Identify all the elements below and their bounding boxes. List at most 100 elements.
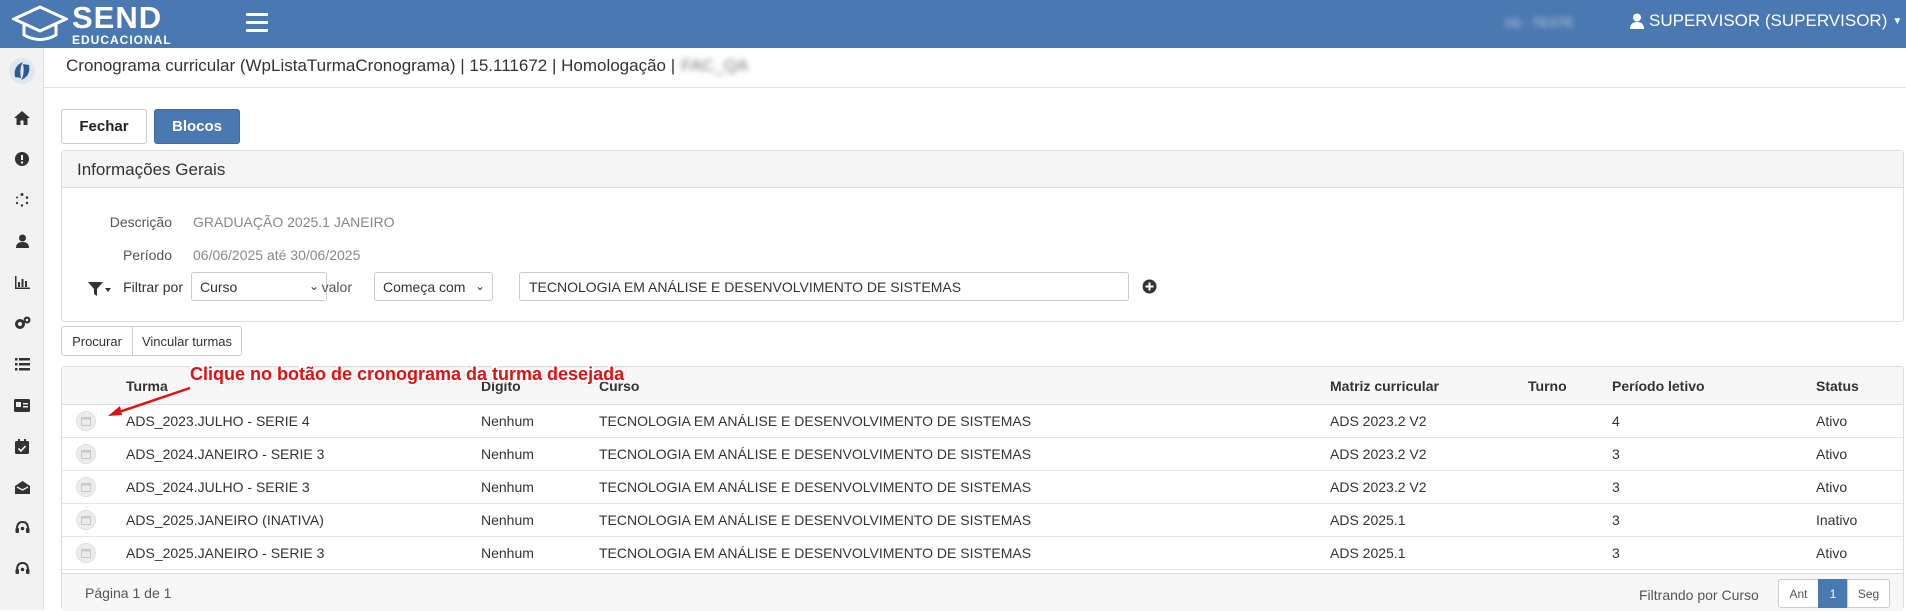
cell-curso: TECNOLOGIA EM ANÁLISE E DESENVOLVIMENTO … (599, 545, 1032, 561)
app-logo[interactable]: SEND EDUCACIONAL (12, 2, 172, 46)
cell-curso: TECNOLOGIA EM ANÁLISE E DESENVOLVIMENTO … (599, 479, 1032, 495)
cell-digito: Nenhum (481, 413, 534, 429)
cell-periodo: 3 (1612, 545, 1620, 561)
schedule-button[interactable] (76, 543, 96, 563)
column-header-periodo[interactable]: Período letivo (1612, 378, 1705, 394)
schedule-button[interactable] (76, 510, 96, 530)
page-1-button[interactable]: 1 (1818, 579, 1848, 608)
cell-matriz: ADS 2025.1 (1330, 545, 1406, 561)
link-classes-button[interactable]: Vincular turmas (132, 326, 242, 356)
page-title: Cronograma curricular (WpListaTurmaCrono… (66, 56, 748, 76)
operator-value: Começa com (383, 279, 466, 295)
spinner-icon[interactable] (12, 190, 32, 210)
cell-digito: Nenhum (481, 512, 534, 528)
schedule-button[interactable] (76, 444, 96, 464)
brand-logo-icon[interactable] (7, 56, 37, 86)
cell-status: Inativo (1816, 512, 1858, 528)
description-value: GRADUAÇÃO 2025.1 JANEIRO (193, 214, 395, 230)
period-label: Período (122, 247, 172, 263)
top-bar: SEND EDUCACIONAL (4) - TESTE SUPERVISOR … (0, 0, 1906, 48)
chevron-down-icon: ▼ (1892, 15, 1903, 27)
cell-status: Ativo (1816, 545, 1848, 561)
chart-icon[interactable] (12, 272, 32, 292)
cell-turma: ADS_2024.JULHO - SERIE 3 (126, 479, 310, 495)
general-info-panel: Informações Gerais Descrição GRADUAÇÃO 2… (61, 150, 1904, 322)
logo-subtext: EDUCACIONAL (72, 33, 172, 47)
classes-table: Turma Dígito Curso Matriz curricular Tur… (61, 366, 1904, 611)
alert-icon[interactable] (12, 149, 32, 169)
environment-selector[interactable]: (4) - TESTE (1505, 15, 1605, 31)
filter-info: Filtrando por Curso (1639, 587, 1759, 603)
cell-turma: ADS_2024.JANEIRO - SERIE 3 (126, 446, 325, 462)
divider (44, 87, 1906, 88)
logo-text: SEND (72, 0, 163, 35)
user-icon (1630, 13, 1644, 29)
cell-turma: ADS_2025.JANEIRO (INATIVA) (126, 512, 324, 528)
headset-icon[interactable] (12, 518, 32, 538)
panel-title: Informações Gerais (62, 151, 1903, 188)
close-button[interactable]: Fechar (61, 109, 147, 144)
calendar-icon (81, 549, 91, 558)
breadcrumb-text: Cronograma curricular (WpListaTurmaCrono… (66, 56, 676, 75)
search-button[interactable]: Procurar (61, 326, 133, 356)
cell-matriz: ADS 2023.2 V2 (1330, 446, 1427, 462)
previous-page-button[interactable]: Ant (1778, 579, 1819, 608)
cell-turma: ADS_2025.JANEIRO - SERIE 3 (126, 545, 325, 561)
list-icon[interactable] (12, 354, 32, 374)
inbox-icon[interactable] (12, 477, 32, 497)
table-row[interactable]: ADS_2025.JANEIRO (INATIVA) Nenhum TECNOL… (62, 504, 1903, 537)
column-header-matriz[interactable]: Matriz curricular (1330, 378, 1439, 394)
table-row[interactable]: ADS_2024.JANEIRO - SERIE 3 Nenhum TECNOL… (62, 438, 1903, 471)
search-input[interactable]: TECNOLOGIA EM ANÁLISE E DESENVOLVIMENTO … (519, 272, 1129, 301)
blocks-button[interactable]: Blocos (154, 109, 240, 144)
cell-digito: Nenhum (481, 545, 534, 561)
calendar-check-icon[interactable] (12, 436, 32, 456)
cell-matriz: ADS 2025.1 (1330, 512, 1406, 528)
value-label: valor (321, 279, 352, 295)
table-row[interactable]: ADS_2025.JANEIRO - SERIE 3 Nenhum TECNOL… (62, 537, 1903, 570)
calendar-icon (81, 450, 91, 459)
headset-icon[interactable] (12, 559, 32, 579)
id-card-icon[interactable] (12, 395, 32, 415)
cell-curso: TECNOLOGIA EM ANÁLISE E DESENVOLVIMENTO … (599, 512, 1032, 528)
cell-periodo: 3 (1612, 446, 1620, 462)
graduation-cap-icon (12, 5, 68, 41)
user-name: SUPERVISOR (SUPERVISOR) (1649, 11, 1888, 30)
calendar-icon (81, 417, 91, 426)
schedule-button[interactable] (76, 477, 96, 497)
table-row[interactable]: ADS_2024.JULHO - SERIE 3 Nenhum TECNOLOG… (62, 471, 1903, 504)
cell-matriz: ADS 2023.2 V2 (1330, 413, 1427, 429)
schedule-button[interactable] (76, 411, 96, 431)
user-icon[interactable] (12, 231, 32, 251)
filter-field-value: Curso (200, 279, 238, 295)
filter-by-label: Filtrar por (123, 279, 183, 295)
user-menu[interactable]: SUPERVISOR (SUPERVISOR) ▼ (1630, 11, 1902, 31)
cell-periodo: 3 (1612, 479, 1620, 495)
calendar-icon (81, 516, 91, 525)
chevron-down-icon: ⌄ (474, 279, 485, 293)
cell-digito: Nenhum (481, 446, 534, 462)
menu-toggle-icon[interactable] (246, 13, 268, 33)
breadcrumb-tail: FAC_QA (681, 56, 749, 75)
table-row[interactable]: ADS_2023.JULHO - SERIE 4 Nenhum TECNOLOG… (62, 405, 1903, 438)
cell-matriz: ADS 2023.2 V2 (1330, 479, 1427, 495)
page-info: Página 1 de 1 (85, 585, 172, 601)
cell-periodo: 3 (1612, 512, 1620, 528)
column-header-turno[interactable]: Turno (1528, 378, 1567, 394)
add-filter-icon[interactable] (1142, 279, 1157, 294)
annotation-callout: Clique no botão de cronograma da turma d… (190, 364, 625, 384)
cell-digito: Nenhum (481, 479, 534, 495)
operator-select[interactable]: Começa com ⌄ (374, 272, 493, 301)
gears-icon[interactable] (12, 313, 32, 333)
cell-periodo: 4 (1612, 413, 1620, 429)
cell-curso: TECNOLOGIA EM ANÁLISE E DESENVOLVIMENTO … (599, 413, 1032, 429)
period-value: 06/06/2025 até 30/06/2025 (193, 247, 361, 263)
next-page-button[interactable]: Seg (1847, 579, 1890, 608)
cell-status: Ativo (1816, 446, 1848, 462)
cell-curso: TECNOLOGIA EM ANÁLISE E DESENVOLVIMENTO … (599, 446, 1032, 462)
column-header-status[interactable]: Status (1816, 378, 1859, 394)
cell-status: Ativo (1816, 413, 1848, 429)
cell-status: Ativo (1816, 479, 1848, 495)
home-icon[interactable] (12, 108, 32, 128)
sidebar (0, 48, 44, 610)
